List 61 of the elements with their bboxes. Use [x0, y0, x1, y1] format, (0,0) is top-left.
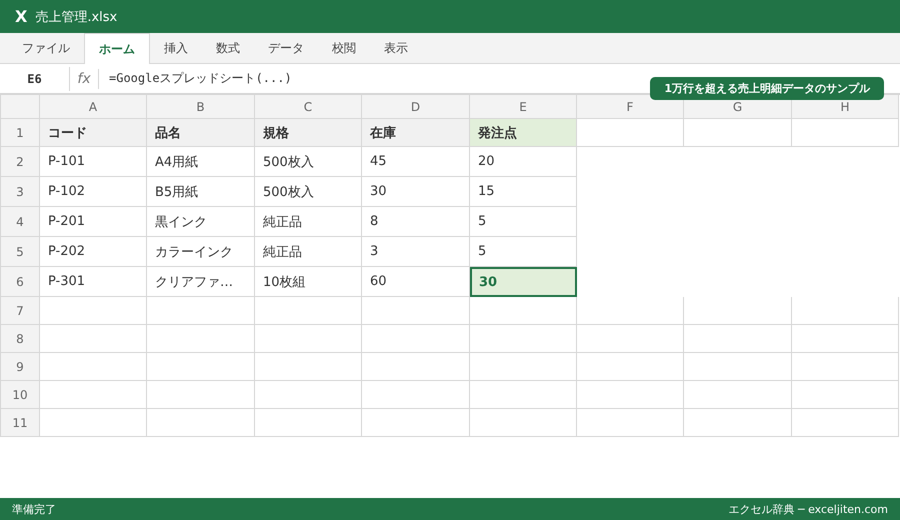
- row-header[interactable]: 10: [0, 381, 40, 409]
- table-cell: 5: [470, 207, 577, 237]
- column-header[interactable]: A: [40, 95, 147, 119]
- column-header[interactable]: C: [255, 95, 362, 119]
- select-all-corner[interactable]: [0, 95, 40, 119]
- table-cell: B5用紙: [147, 177, 255, 207]
- table-cell: 20: [470, 147, 577, 177]
- row-header[interactable]: 5: [0, 237, 40, 267]
- column-header[interactable]: D: [362, 95, 470, 119]
- table-cell: P-301: [40, 267, 147, 297]
- table-cell: 30: [470, 267, 577, 297]
- name-box[interactable]: E6: [0, 66, 70, 90]
- table-cell: 500枚入: [255, 147, 362, 177]
- row-header[interactable]: 4: [0, 207, 40, 237]
- ribbon-tab[interactable]: ファイル: [8, 33, 84, 63]
- table-cell: 発注点: [470, 119, 577, 147]
- column-header[interactable]: B: [147, 95, 255, 119]
- row-header[interactable]: 11: [0, 409, 40, 437]
- table-cell: 30: [362, 177, 470, 207]
- row-header[interactable]: 8: [0, 325, 40, 353]
- ribbon-tab[interactable]: ホーム: [84, 33, 150, 64]
- row-header[interactable]: 1: [0, 119, 40, 147]
- table-cell: 500枚入: [255, 177, 362, 207]
- table-cell: 在庫: [362, 119, 470, 147]
- table-cell: クリアファ…: [147, 267, 255, 297]
- table-cell: 規格: [255, 119, 362, 147]
- site-credit: エクセル辞典 ─ exceljiten.com: [728, 502, 888, 516]
- table-cell: 45: [362, 147, 470, 177]
- table-cell: 純正品: [255, 237, 362, 267]
- table-cell: P-202: [40, 237, 147, 267]
- table-cell: 黒インク: [147, 207, 255, 237]
- column-header[interactable]: E: [470, 95, 577, 119]
- row-header[interactable]: 9: [0, 353, 40, 381]
- table-cell: 品名: [147, 119, 255, 147]
- table-cell: コード: [40, 119, 147, 147]
- table-cell: 15: [470, 177, 577, 207]
- ribbon-tab[interactable]: データ: [254, 33, 318, 63]
- status-text: 準備完了: [12, 502, 56, 516]
- row-header[interactable]: 3: [0, 177, 40, 207]
- ribbon-tab[interactable]: 校閲: [318, 33, 370, 63]
- table-cell: P-102: [40, 177, 147, 207]
- row-header[interactable]: 6: [0, 267, 40, 297]
- sample-tooltip: 1万行を超える売上明細データのサンプル: [650, 77, 884, 100]
- ribbon-tab[interactable]: 表示: [370, 33, 422, 63]
- ribbon-tab[interactable]: 挿入: [150, 33, 202, 63]
- window-title: 売上管理.xlsx: [35, 8, 118, 26]
- row-header[interactable]: 7: [0, 297, 40, 325]
- row-header[interactable]: 2: [0, 147, 40, 177]
- table-cell: カラーインク: [147, 237, 255, 267]
- ribbon-tab[interactable]: 数式: [202, 33, 254, 63]
- table-cell: P-201: [40, 207, 147, 237]
- table-cell: P-101: [40, 147, 147, 177]
- table-cell: A4用紙: [147, 147, 255, 177]
- table-cell: 3: [362, 237, 470, 267]
- table-cell: 10枚組: [255, 267, 362, 297]
- table-cell: 8: [362, 207, 470, 237]
- fx-label: fx: [70, 68, 99, 88]
- column-header[interactable]: F: [577, 95, 684, 119]
- formula-field[interactable]: =Googleスプレッドシート(...): [99, 70, 292, 87]
- table-cell: 純正品: [255, 207, 362, 237]
- app-icon: X: [15, 7, 28, 26]
